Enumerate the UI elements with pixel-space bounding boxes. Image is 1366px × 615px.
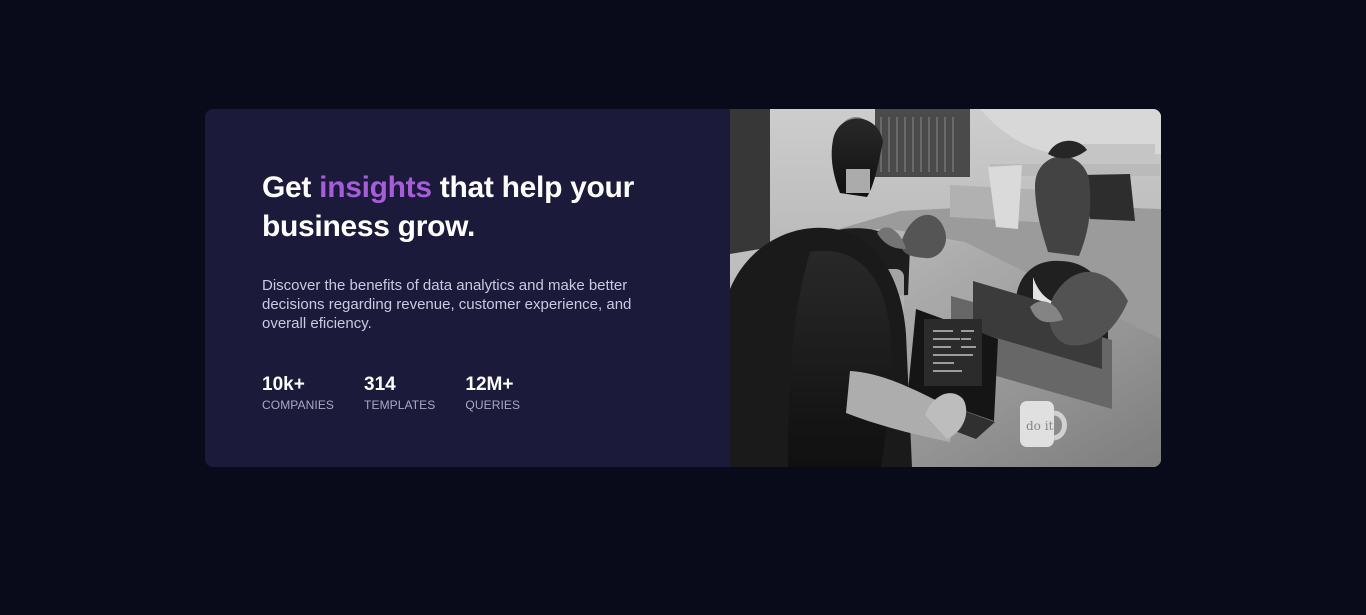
stat-value: 314 xyxy=(364,374,396,395)
hero-title: Get insights that help your business gro… xyxy=(262,168,692,246)
hero-title-before: Get xyxy=(262,171,320,204)
stat-templates: 314 TEMPLATES xyxy=(364,374,435,412)
hero-card: Get insights that help your business gro… xyxy=(205,109,1161,467)
hero-title-accent: insights xyxy=(319,171,432,204)
stat-companies: 10k+ COMPANIES xyxy=(262,374,334,412)
stat-label: TEMPLATES xyxy=(364,398,436,412)
stat-label: COMPANIES xyxy=(262,398,335,412)
stat-value: 12M+ xyxy=(465,374,514,395)
hero-description: Discover the benefits of data analytics … xyxy=(262,277,632,332)
hero-text-panel: Get insights that help your business gro… xyxy=(205,109,730,467)
stat-queries: 12M+ QUERIES xyxy=(465,374,535,412)
stat-value: 10k+ xyxy=(262,374,305,395)
office-photo: do it xyxy=(730,109,1161,467)
stats-list: 10k+ COMPANIES 314 TEMPLATES 12M+ QUERIE… xyxy=(262,374,730,412)
office-scene-illustration: do it xyxy=(730,109,1161,467)
stat-label: QUERIES xyxy=(465,398,521,412)
